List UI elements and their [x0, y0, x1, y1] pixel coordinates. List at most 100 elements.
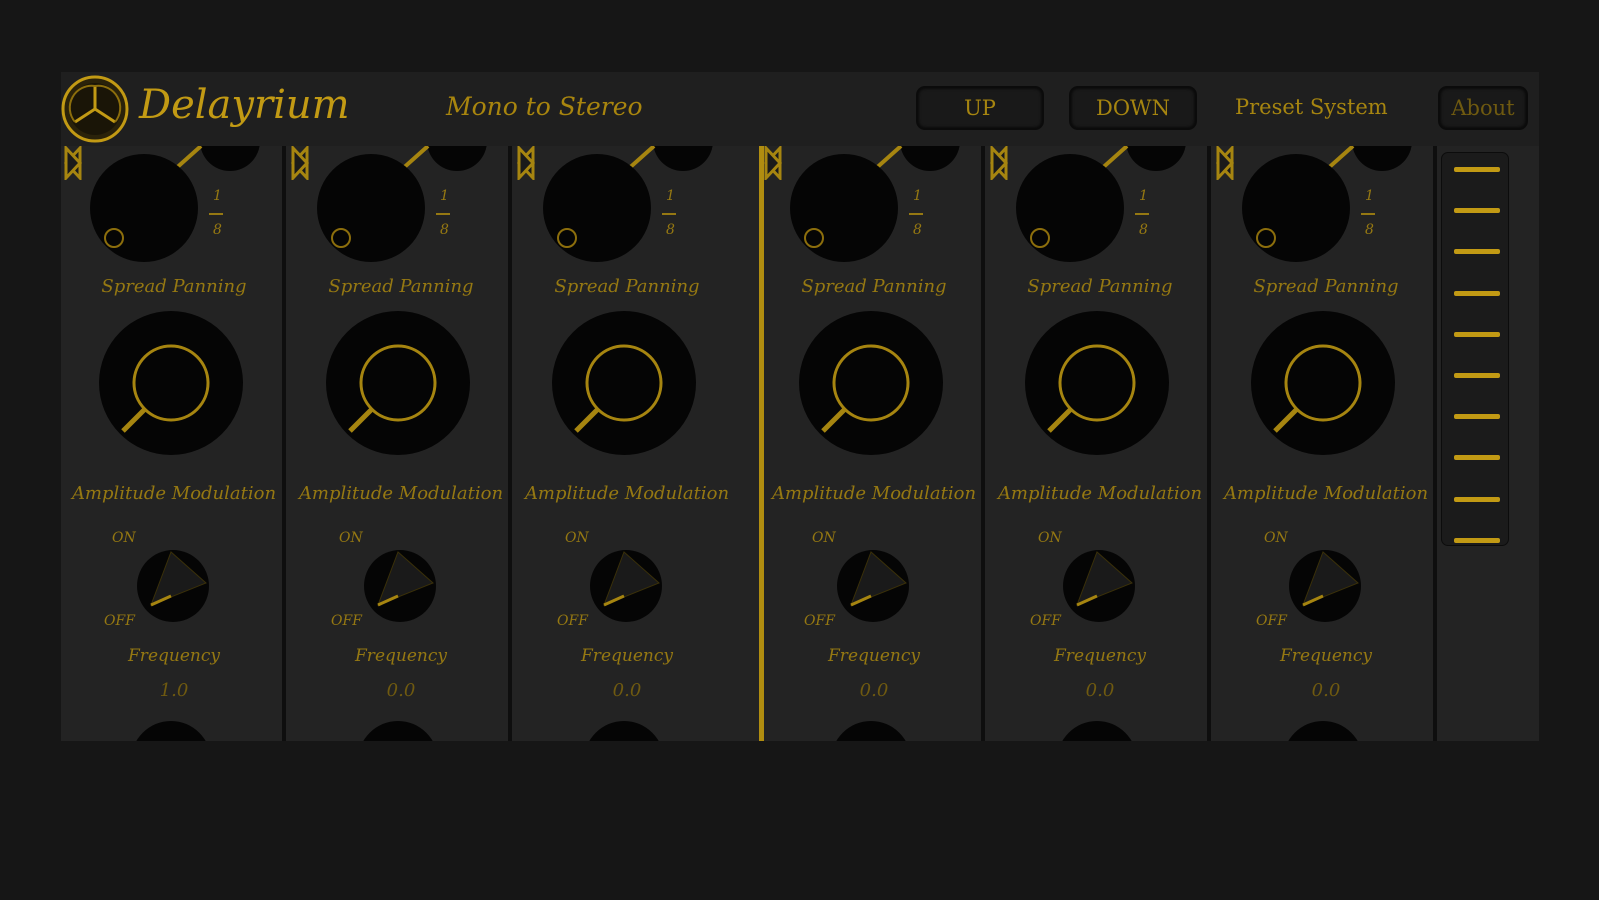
- mode-title: Mono to Stereo: [446, 92, 643, 121]
- am-switch[interactable]: [837, 550, 909, 622]
- triangle-right-icon[interactable]: [516, 146, 536, 180]
- delay-time-knob[interactable]: [1242, 146, 1355, 262]
- am-on-label: ON: [1264, 530, 1288, 546]
- strip-divider: [981, 146, 985, 741]
- frequency-value: 1.0: [159, 680, 189, 701]
- spread-panning-label: Spread Panning: [328, 276, 474, 297]
- am-on-label: ON: [112, 530, 136, 546]
- scroll-tick: [1454, 373, 1500, 378]
- delay-time-knob[interactable]: [90, 146, 203, 262]
- time-fraction-denominator: 8: [1139, 222, 1148, 238]
- am-off-label: OFF: [804, 613, 835, 629]
- am-switch[interactable]: [1063, 550, 1135, 622]
- frequency-value: 0.0: [1085, 680, 1115, 701]
- center-divider: [759, 146, 764, 741]
- feedback-knob[interactable]: [200, 146, 260, 171]
- scroll-panel[interactable]: [1441, 152, 1509, 546]
- delay-time-knob[interactable]: [317, 146, 430, 262]
- delay-strip: 1 8 Spread Panning Amplitude Modulation ON OF…: [989, 146, 1211, 741]
- amplitude-modulation-label: Amplitude Modulation: [997, 483, 1203, 504]
- depth-knob[interactable]: [1283, 721, 1363, 741]
- spread-panning-knob[interactable]: [1251, 311, 1395, 455]
- down-button[interactable]: DOWN: [1069, 86, 1197, 130]
- depth-knob[interactable]: [1057, 721, 1137, 741]
- am-off-label: OFF: [104, 613, 135, 629]
- spread-panning-label: Spread Panning: [801, 276, 947, 297]
- delay-time-knob[interactable]: [1016, 146, 1129, 262]
- scroll-tick: [1454, 537, 1500, 543]
- delay-strip: 1 8 Spread Panning Amplitude Modulation ON OF…: [763, 146, 985, 741]
- triangle-right-icon[interactable]: [63, 146, 83, 180]
- depth-knob[interactable]: [831, 721, 911, 741]
- spread-panning-label: Spread Panning: [1253, 276, 1399, 297]
- delay-strip: 1 8 Spread Panning Amplitude Modulation ON OF…: [290, 146, 512, 741]
- up-button[interactable]: UP: [916, 86, 1044, 130]
- feedback-knob[interactable]: [900, 146, 960, 171]
- depth-knob[interactable]: [584, 721, 664, 741]
- spread-panning-knob[interactable]: [1025, 311, 1169, 455]
- frequency-value: 0.0: [386, 680, 416, 701]
- frequency-label: Frequency: [581, 646, 673, 666]
- delay-time-knob[interactable]: [543, 146, 656, 262]
- feedback-knob[interactable]: [653, 146, 713, 171]
- time-fraction-bar: [1361, 213, 1375, 215]
- frequency-label: Frequency: [355, 646, 447, 666]
- preset-system-label: Preset System: [1235, 95, 1388, 119]
- am-on-label: ON: [565, 530, 589, 546]
- am-on-label: ON: [812, 530, 836, 546]
- spread-panning-knob[interactable]: [99, 311, 243, 455]
- time-fraction-denominator: 8: [1365, 222, 1374, 238]
- app-name: Delayrium: [139, 82, 350, 128]
- time-fraction-numerator: 1: [440, 188, 449, 204]
- about-button[interactable]: About: [1438, 86, 1528, 130]
- frequency-value: 0.0: [1311, 680, 1341, 701]
- triangle-right-icon[interactable]: [763, 146, 783, 180]
- triangle-right-icon[interactable]: [989, 146, 1009, 180]
- amplitude-modulation-label: Amplitude Modulation: [71, 483, 277, 504]
- delay-time-knob[interactable]: [790, 146, 903, 262]
- amplitude-modulation-label: Amplitude Modulation: [771, 483, 977, 504]
- scroll-tick: [1454, 249, 1500, 255]
- frequency-value: 0.0: [612, 680, 642, 701]
- depth-knob[interactable]: [358, 721, 438, 741]
- frequency-label: Frequency: [128, 646, 220, 666]
- feedback-knob[interactable]: [1126, 146, 1186, 171]
- am-off-label: OFF: [557, 613, 588, 629]
- frequency-value: 0.0: [859, 680, 889, 701]
- strip-divider: [282, 146, 286, 741]
- triangle-right-icon[interactable]: [1215, 146, 1235, 180]
- time-fraction-numerator: 1: [913, 188, 922, 204]
- time-fraction-numerator: 1: [213, 188, 222, 204]
- am-off-label: OFF: [1030, 613, 1061, 629]
- feedback-knob[interactable]: [427, 146, 487, 171]
- header-bar: Delayrium Mono to Stereo UP DOWN Preset …: [61, 72, 1539, 146]
- time-fraction-bar: [662, 213, 676, 215]
- strip-divider: [508, 146, 512, 741]
- am-switch[interactable]: [1289, 550, 1361, 622]
- am-switch[interactable]: [364, 550, 436, 622]
- time-fraction-numerator: 1: [666, 188, 675, 204]
- am-switch[interactable]: [137, 550, 209, 622]
- spread-panning-knob[interactable]: [326, 311, 470, 455]
- frequency-label: Frequency: [1054, 646, 1146, 666]
- triangle-right-icon[interactable]: [290, 146, 310, 180]
- time-fraction-denominator: 8: [666, 222, 675, 238]
- delay-strip: 1 8 Spread Panning Amplitude Modulation ON OF…: [1215, 146, 1437, 741]
- am-switch[interactable]: [590, 550, 662, 622]
- frequency-label: Frequency: [828, 646, 920, 666]
- spread-panning-knob[interactable]: [552, 311, 696, 455]
- delay-strip: 1 8 Spread Panning Amplitude Modulation ON OF…: [516, 146, 738, 741]
- depth-knob[interactable]: [131, 721, 211, 741]
- scroll-tick: [1454, 290, 1500, 296]
- spread-panning-label: Spread Panning: [101, 276, 247, 297]
- spread-panning-knob[interactable]: [799, 311, 943, 455]
- scroll-tick: [1454, 167, 1500, 172]
- scroll-tick: [1454, 331, 1500, 337]
- logo-icon: [61, 75, 129, 143]
- time-fraction-denominator: 8: [913, 222, 922, 238]
- am-on-label: ON: [1038, 530, 1062, 546]
- frequency-label: Frequency: [1280, 646, 1372, 666]
- time-fraction-bar: [1135, 213, 1149, 215]
- amplitude-modulation-label: Amplitude Modulation: [1223, 483, 1429, 504]
- feedback-knob[interactable]: [1352, 146, 1412, 171]
